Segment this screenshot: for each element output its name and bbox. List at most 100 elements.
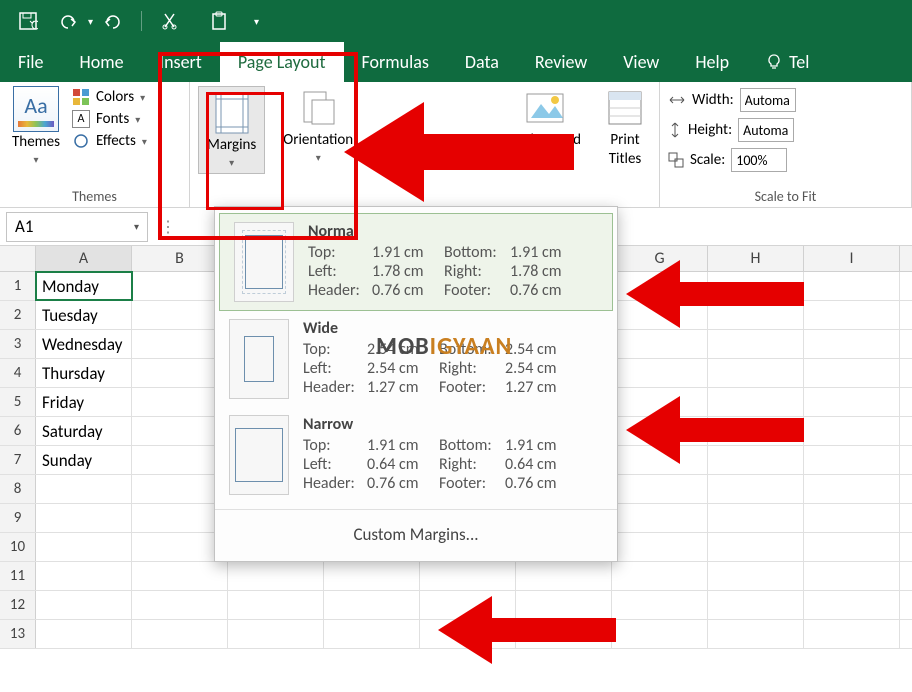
cell[interactable] — [132, 620, 228, 648]
orientation-button[interactable]: Orientation▾ — [279, 86, 357, 164]
tab-formulas[interactable]: Formulas — [344, 42, 447, 82]
cell[interactable] — [324, 620, 420, 648]
cell[interactable] — [708, 446, 804, 474]
row-header[interactable]: 4 — [0, 359, 36, 387]
cell[interactable] — [804, 417, 900, 445]
margin-preset-narrow[interactable]: Narrow Top:1.91 cmBottom:1.91 cm Left:0.… — [215, 407, 617, 503]
cell[interactable] — [420, 591, 516, 619]
cell[interactable] — [324, 591, 420, 619]
row-header[interactable]: 6 — [0, 417, 36, 445]
cell[interactable] — [708, 533, 804, 561]
tab-view[interactable]: View — [605, 42, 677, 82]
cell[interactable] — [228, 562, 324, 590]
background-button[interactable]: Background — [505, 86, 585, 149]
cell[interactable] — [36, 562, 132, 590]
themes-button[interactable]: Aa Themes▾ — [8, 86, 64, 166]
cell[interactable] — [132, 562, 228, 590]
cell[interactable] — [612, 475, 708, 503]
cell[interactable] — [516, 620, 612, 648]
custom-margins-button[interactable]: Custom Margins... — [215, 509, 617, 555]
cell[interactable] — [804, 504, 900, 532]
cell[interactable] — [612, 359, 708, 387]
cell[interactable] — [804, 533, 900, 561]
cell[interactable] — [612, 620, 708, 648]
scale-input[interactable] — [731, 148, 787, 172]
cell[interactable] — [36, 591, 132, 619]
cell[interactable] — [708, 330, 804, 358]
row-header[interactable]: 9 — [0, 504, 36, 532]
table-row[interactable]: 11 — [0, 562, 912, 591]
margin-preset-normal[interactable]: Normal Top:1.91 cmBottom:1.91 cm Left:1.… — [219, 213, 613, 311]
height-input[interactable] — [738, 118, 794, 142]
row-header[interactable]: 7 — [0, 446, 36, 474]
cell[interactable] — [228, 591, 324, 619]
tab-page-layout[interactable]: Page Layout — [220, 42, 344, 82]
cell[interactable] — [36, 504, 132, 532]
cell[interactable] — [612, 388, 708, 416]
cell[interactable]: Tuesday — [36, 301, 132, 329]
cell[interactable]: Sunday — [36, 446, 132, 474]
cell[interactable] — [804, 272, 900, 300]
width-row[interactable]: Width: — [668, 86, 796, 114]
tab-file[interactable]: File — [0, 42, 62, 82]
colhdr-G[interactable]: G — [612, 246, 708, 271]
cell[interactable] — [804, 475, 900, 503]
cell[interactable] — [804, 330, 900, 358]
fx-button[interactable]: ⋮ — [156, 215, 180, 239]
cell[interactable] — [516, 591, 612, 619]
row-header[interactable]: 3 — [0, 330, 36, 358]
select-all-corner[interactable] — [0, 246, 36, 271]
colhdr-A[interactable]: A — [36, 246, 132, 271]
tab-data[interactable]: Data — [447, 42, 517, 82]
row-header[interactable]: 1 — [0, 272, 36, 300]
cell[interactable] — [804, 446, 900, 474]
cell[interactable] — [804, 562, 900, 590]
cell[interactable] — [804, 301, 900, 329]
undo-icon[interactable] — [56, 9, 80, 33]
row-header[interactable]: 5 — [0, 388, 36, 416]
cell[interactable] — [708, 591, 804, 619]
paste-icon[interactable] — [208, 9, 232, 33]
cell[interactable] — [612, 330, 708, 358]
colhdr-H[interactable]: H — [708, 246, 804, 271]
tab-home[interactable]: Home — [62, 42, 142, 82]
scale-row[interactable]: Scale: — [668, 146, 787, 174]
save-icon[interactable] — [16, 9, 40, 33]
cell[interactable] — [612, 301, 708, 329]
cell[interactable] — [612, 272, 708, 300]
cell[interactable]: Monday — [36, 272, 132, 300]
name-box[interactable]: A1▾ — [6, 212, 148, 242]
row-header[interactable]: 12 — [0, 591, 36, 619]
width-input[interactable] — [740, 88, 796, 112]
cell[interactable] — [420, 562, 516, 590]
margin-preset-wide[interactable]: Wide Top:2.54 cmBottom:2.54 cm Left:2.54… — [215, 311, 617, 407]
cell[interactable]: Thursday — [36, 359, 132, 387]
height-row[interactable]: Height: — [668, 116, 794, 144]
cell[interactable] — [708, 620, 804, 648]
cell[interactable] — [708, 417, 804, 445]
fonts-button[interactable]: A Fonts ▾ — [72, 108, 147, 130]
cell[interactable] — [420, 620, 516, 648]
cell[interactable] — [228, 620, 324, 648]
cut-icon[interactable] — [158, 9, 182, 33]
cell[interactable] — [708, 562, 804, 590]
row-header[interactable]: 2 — [0, 301, 36, 329]
cell[interactable] — [804, 591, 900, 619]
cell[interactable] — [132, 591, 228, 619]
cell[interactable] — [516, 562, 612, 590]
tab-help[interactable]: Help — [677, 42, 747, 82]
tab-tellme[interactable]: Tel — [747, 42, 827, 82]
margins-button[interactable]: Margins▾ — [198, 86, 265, 174]
table-row[interactable]: 13 — [0, 620, 912, 649]
cell[interactable] — [36, 475, 132, 503]
row-header[interactable]: 10 — [0, 533, 36, 561]
cell[interactable] — [804, 388, 900, 416]
cell[interactable] — [612, 504, 708, 532]
row-header[interactable]: 8 — [0, 475, 36, 503]
cell[interactable] — [708, 475, 804, 503]
cell[interactable] — [612, 533, 708, 561]
tab-insert[interactable]: Insert — [142, 42, 220, 82]
cell[interactable]: Wednesday — [36, 330, 132, 358]
cell[interactable] — [804, 359, 900, 387]
cell[interactable] — [612, 591, 708, 619]
